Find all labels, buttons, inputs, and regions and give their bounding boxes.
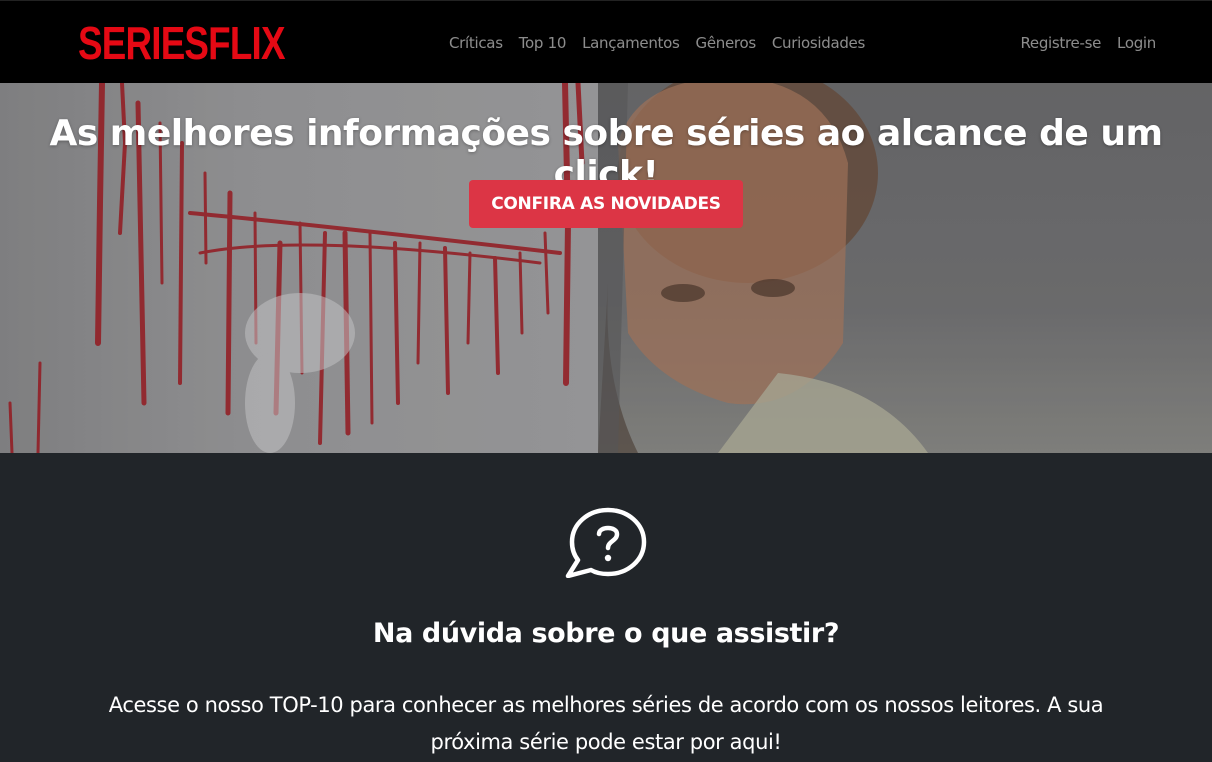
nav-link-top10[interactable]: Top 10 [519, 34, 567, 52]
nav-account: Registre-se Login [1020, 34, 1156, 52]
nav-link-lancamentos[interactable]: Lançamentos [582, 34, 680, 52]
see-news-button[interactable]: CONFIRA AS NOVIDADES [469, 180, 743, 228]
question-chat-icon [565, 507, 647, 578]
nav-link-curiosidades[interactable]: Curiosidades [772, 34, 865, 52]
brand-logo[interactable]: SERIESFLIX [78, 15, 286, 71]
register-link[interactable]: Registre-se [1020, 34, 1101, 52]
hero-banner: As melhores informações sobre séries ao … [0, 83, 1212, 453]
nav-links: Críticas Top 10 Lançamentos Gêneros Curi… [449, 34, 881, 52]
login-link[interactable]: Login [1117, 34, 1156, 52]
info-section: Na dúvida sobre o que assistir? Acesse o… [0, 453, 1212, 762]
info-title: Na dúvida sobre o que assistir? [372, 618, 840, 649]
info-text: Acesse o nosso TOP-10 para conhecer as m… [108, 693, 1104, 754]
nav-link-generos[interactable]: Gêneros [696, 34, 757, 52]
nav-link-criticas[interactable]: Críticas [449, 34, 503, 52]
navbar: SERIESFLIX Críticas Top 10 Lançamentos G… [0, 0, 1212, 83]
